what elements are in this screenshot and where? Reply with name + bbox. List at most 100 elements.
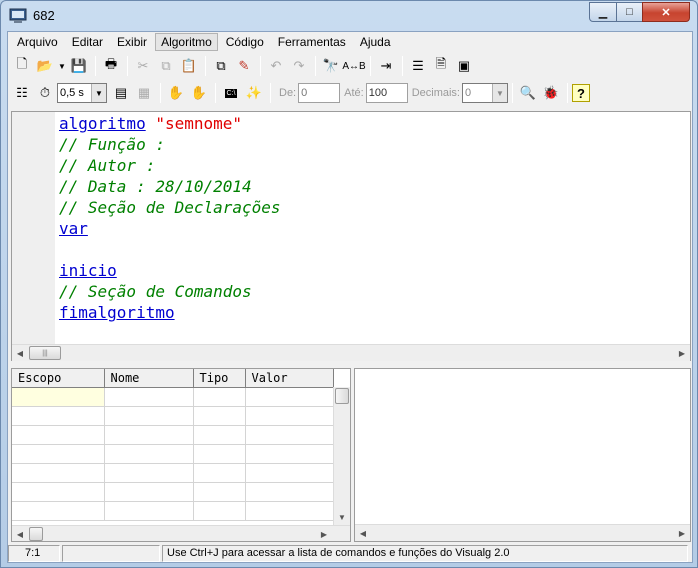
- menu-codigo[interactable]: Código: [220, 33, 270, 51]
- undo-button[interactable]: ↶: [265, 55, 287, 77]
- table-cell[interactable]: [104, 387, 194, 407]
- table-row[interactable]: [12, 463, 334, 483]
- code-line[interactable]: // Seção de Comandos: [59, 281, 281, 302]
- table-cell[interactable]: [245, 444, 334, 464]
- run-step-button[interactable]: ▤: [110, 82, 132, 104]
- menu-ferramentas[interactable]: Ferramentas: [272, 33, 352, 51]
- scroll-left-icon[interactable]: ◀: [12, 345, 28, 361]
- code-line[interactable]: algoritmo "semnome": [59, 113, 281, 134]
- menu-arquivo[interactable]: Arquivo: [11, 33, 64, 51]
- table-cell[interactable]: [193, 463, 246, 483]
- output-panel[interactable]: ◀ ▶: [354, 368, 691, 542]
- numbered-list-button[interactable]: ☰: [407, 55, 429, 77]
- menu-editar[interactable]: Editar: [66, 33, 109, 51]
- table-cell[interactable]: [245, 425, 334, 445]
- decimais-select[interactable]: 0 ▼: [462, 83, 508, 103]
- table-cell[interactable]: [193, 501, 246, 521]
- scroll-thumb[interactable]: |||: [29, 346, 61, 360]
- cut-button[interactable]: ✂: [132, 55, 154, 77]
- menu-ajuda[interactable]: Ajuda: [354, 33, 397, 51]
- code-line[interactable]: fimalgoritmo: [59, 302, 281, 323]
- table-cell[interactable]: [104, 482, 194, 502]
- save-button[interactable]: 💾: [68, 55, 90, 77]
- menu-algoritmo[interactable]: Algoritmo: [155, 33, 218, 51]
- table-cell[interactable]: [12, 425, 105, 445]
- help-button[interactable]: ?: [572, 84, 590, 102]
- duplicate-button[interactable]: ⧉: [210, 55, 232, 77]
- title-bar[interactable]: 682 ▁ □ ✕: [1, 1, 697, 31]
- column-escopo[interactable]: Escopo: [12, 369, 105, 388]
- table-cell[interactable]: [12, 406, 105, 426]
- open-file-button[interactable]: 📂: [34, 55, 56, 77]
- table-row[interactable]: [12, 425, 334, 445]
- scroll-left-icon[interactable]: ◀: [12, 526, 28, 541]
- table-row[interactable]: [12, 406, 334, 426]
- table-cell[interactable]: [104, 501, 194, 521]
- table-cell[interactable]: [104, 425, 194, 445]
- stop-button[interactable]: ▦: [133, 82, 155, 104]
- code-line[interactable]: // Autor :: [59, 155, 281, 176]
- table-cell[interactable]: [104, 444, 194, 464]
- table-cell[interactable]: [193, 444, 246, 464]
- table-cell[interactable]: [12, 444, 105, 464]
- code-line[interactable]: inicio: [59, 260, 281, 281]
- scroll-right-icon[interactable]: ▶: [674, 345, 690, 361]
- wand-button[interactable]: ✨: [243, 82, 265, 104]
- bug-button[interactable]: 🐞: [540, 82, 562, 104]
- table-cell[interactable]: [193, 482, 246, 502]
- scroll-thumb[interactable]: [335, 388, 349, 404]
- zoom-button[interactable]: 🔍: [517, 82, 539, 104]
- document-button[interactable]: 🗎: [430, 55, 452, 77]
- column-valor[interactable]: Valor: [245, 369, 334, 388]
- timer-button[interactable]: ⏱: [34, 82, 56, 104]
- table-row[interactable]: [12, 444, 334, 464]
- paste-button[interactable]: 📋: [178, 55, 200, 77]
- column-nome[interactable]: Nome: [104, 369, 194, 388]
- table-cell[interactable]: [193, 425, 246, 445]
- scroll-right-icon[interactable]: ▶: [316, 526, 332, 541]
- code-line[interactable]: [59, 239, 281, 260]
- close-button[interactable]: ✕: [642, 2, 690, 22]
- column-tipo[interactable]: Tipo: [193, 369, 246, 388]
- variables-horizontal-scrollbar[interactable]: ◀ ▶: [12, 525, 350, 541]
- print-button[interactable]: 🖶: [100, 55, 122, 77]
- table-cell[interactable]: [12, 463, 105, 483]
- indent-button[interactable]: ⇥: [375, 55, 397, 77]
- table-row[interactable]: [12, 501, 334, 521]
- table-cell[interactable]: [245, 406, 334, 426]
- speed-select[interactable]: 0,5 s ▼: [57, 83, 107, 103]
- table-cell[interactable]: [12, 482, 105, 502]
- de-input[interactable]: 0: [298, 83, 341, 103]
- clear-button[interactable]: ✎: [233, 55, 255, 77]
- minimize-button[interactable]: ▁: [589, 2, 617, 22]
- code-content[interactable]: algoritmo "semnome"// Função :// Autor :…: [59, 113, 281, 323]
- table-row[interactable]: [12, 387, 334, 407]
- menu-exibir[interactable]: Exibir: [111, 33, 153, 51]
- scroll-thumb[interactable]: [29, 527, 43, 541]
- table-cell[interactable]: [12, 501, 105, 521]
- table-cell[interactable]: [245, 501, 334, 521]
- replace-button[interactable]: A↔B: [342, 55, 365, 77]
- variables-vertical-scrollbar[interactable]: ▼: [333, 387, 350, 525]
- table-cell[interactable]: [12, 387, 105, 407]
- scroll-right-icon[interactable]: ▶: [674, 525, 690, 541]
- maximize-button[interactable]: □: [616, 2, 643, 22]
- find-button[interactable]: 🔭: [320, 55, 342, 77]
- console-button[interactable]: C:\: [220, 82, 242, 104]
- redo-button[interactable]: ↷: [288, 55, 310, 77]
- editor-horizontal-scrollbar[interactable]: ◀ ||| ▶: [12, 344, 690, 361]
- step-button[interactable]: ☷: [11, 82, 33, 104]
- open-dropdown-button[interactable]: ▼: [57, 55, 67, 77]
- code-line[interactable]: // Função :: [59, 134, 281, 155]
- breakpoint-button[interactable]: ✋: [165, 82, 187, 104]
- table-cell[interactable]: [245, 387, 334, 407]
- scroll-left-icon[interactable]: ◀: [355, 525, 371, 541]
- code-line[interactable]: // Seção de Declarações: [59, 197, 281, 218]
- copy-button[interactable]: ⧉: [155, 55, 177, 77]
- table-row[interactable]: [12, 482, 334, 502]
- table-cell[interactable]: [193, 406, 246, 426]
- code-editor[interactable]: algoritmo "semnome"// Função :// Autor :…: [11, 111, 691, 361]
- table-cell[interactable]: [245, 463, 334, 483]
- table-cell[interactable]: [104, 406, 194, 426]
- window-button[interactable]: ▣: [453, 55, 475, 77]
